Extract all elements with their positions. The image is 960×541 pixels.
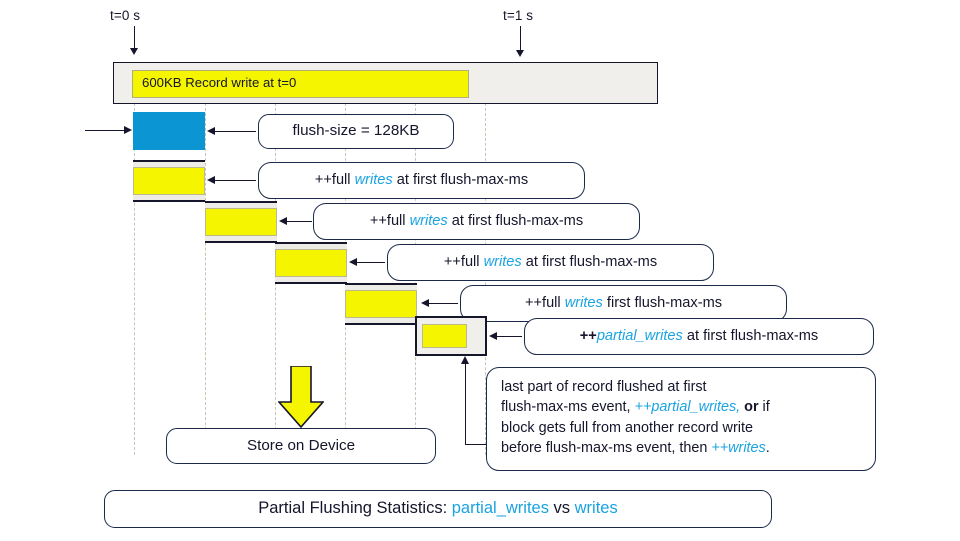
callout-full-writes-3[interactable]: ++full writes at first flush-max-ms (387, 244, 714, 281)
stats-summary-text: Partial Flushing Statistics: partial_wri… (258, 499, 618, 518)
note-box-line-2: flush-max-ms event, ++partial_writes, or… (501, 399, 770, 416)
note-box-line-3: block gets full from another record writ… (501, 419, 753, 436)
callout-partial-writes[interactable]: ++partial_writes at first flush-max-ms (524, 318, 874, 355)
flush-block-full-3-fill (275, 249, 347, 277)
store-flow-arrow-icon (278, 366, 324, 428)
connector-full-2-arrowhead (279, 217, 287, 225)
callout-partial-writes-text: ++partial_writes at first flush-max-ms (579, 327, 819, 344)
connector-full-2 (284, 221, 312, 222)
record-bar: 600KB Record write at t=0 (113, 62, 658, 104)
callout-full-writes-4-text: ++full writes first flush-max-ms (524, 294, 723, 311)
time-label-t1: t=1 s (503, 8, 534, 23)
flush-block-full-2 (205, 201, 277, 243)
note-box-partial-flush[interactable]: last part of record flushed at first flu… (486, 367, 876, 471)
connector-flush-size (212, 131, 256, 132)
lifeline-0 (134, 103, 135, 455)
callout-full-writes-3-text: ++full writes at first flush-max-ms (443, 253, 658, 270)
connector-full-4 (426, 303, 458, 304)
callout-full-writes-2[interactable]: ++full writes at first flush-max-ms (313, 203, 640, 240)
arrow-head-down-t0 (130, 48, 138, 55)
flush-block-full-4-fill (345, 290, 417, 318)
time-label-t0: t=0 s (110, 8, 141, 23)
lifeline-1 (205, 103, 206, 455)
flush-block-blue (133, 112, 205, 150)
connector-partial (494, 336, 522, 337)
connector-full-1-arrowhead (207, 176, 215, 184)
record-bar-label: 600KB Record write at t=0 (142, 75, 297, 90)
callout-full-writes-1-text: ++full writes at first flush-max-ms (314, 171, 529, 188)
connector-full-4-arrowhead (421, 299, 429, 307)
connector-full-3 (354, 262, 385, 263)
callout-full-writes-1[interactable]: ++full writes at first flush-max-ms (258, 162, 585, 199)
connector-partial-arrowhead (489, 332, 497, 340)
flush-block-full-3 (275, 242, 347, 284)
note-connector-vertical (465, 363, 466, 445)
left-inbound-line (85, 130, 125, 131)
note-box-line-1: last part of record flushed at first (501, 379, 707, 395)
note-connector-arrowhead (461, 356, 469, 364)
flush-block-partial (415, 316, 487, 356)
left-inbound-arrowhead (124, 126, 132, 134)
flush-block-full-2-fill (205, 208, 277, 236)
note-box-line-4: before flush-max-ms event, then ++writes… (501, 440, 770, 457)
connector-full-1 (212, 180, 256, 181)
callout-full-writes-2-text: ++full writes at first flush-max-ms (369, 212, 584, 229)
store-on-device-box[interactable]: Store on Device (166, 428, 436, 464)
flush-block-full-1 (133, 160, 205, 202)
flush-block-full-1-fill (133, 167, 205, 195)
connector-flush-size-arrowhead (207, 127, 215, 135)
time-stem-t1 (520, 26, 521, 52)
store-on-device-label: Store on Device (246, 436, 356, 454)
callout-full-writes-4[interactable]: ++full writes first flush-max-ms (460, 285, 787, 322)
callout-flush-size-text: flush-size = 128KB (292, 122, 420, 140)
arrow-head-down-t1 (516, 50, 524, 57)
connector-full-3-arrowhead (349, 258, 357, 266)
flush-block-full-4 (345, 283, 417, 325)
note-connector-horizontal (465, 444, 487, 445)
time-stem-t0 (134, 26, 135, 50)
stats-summary-box[interactable]: Partial Flushing Statistics: partial_wri… (104, 490, 772, 528)
callout-flush-size[interactable]: flush-size = 128KB (258, 114, 454, 149)
flush-block-partial-fill (422, 324, 467, 348)
diagram-canvas: t=0 s t=1 s 600KB Record write at t=0 fl… (0, 0, 960, 541)
